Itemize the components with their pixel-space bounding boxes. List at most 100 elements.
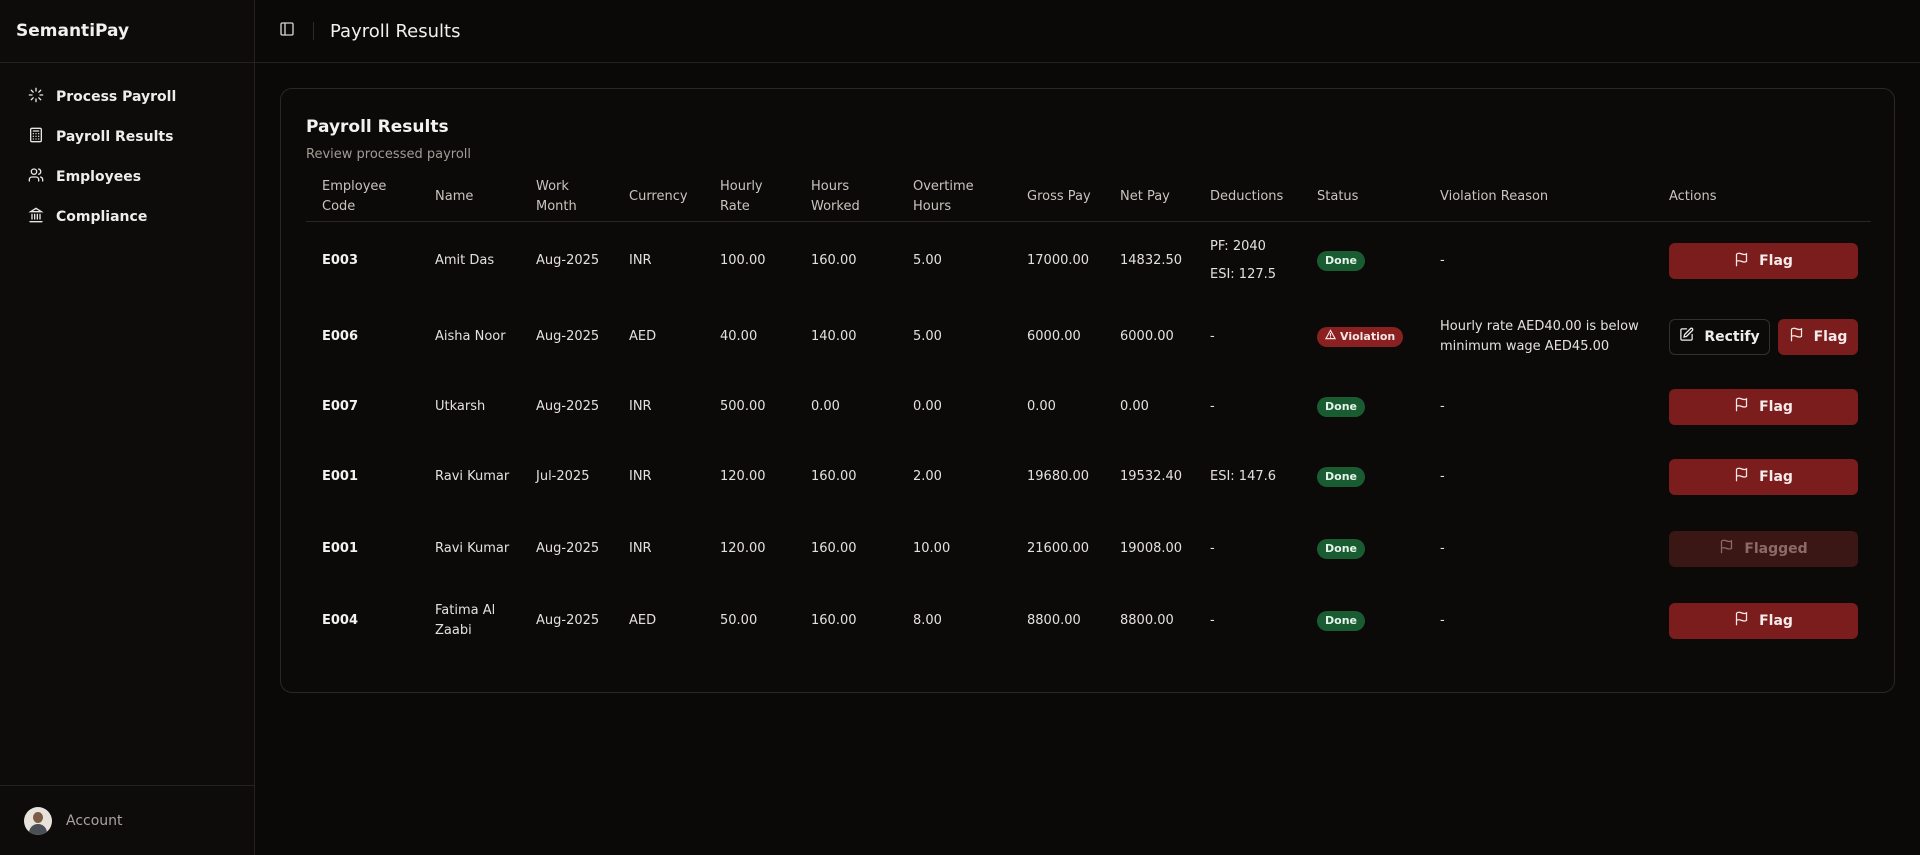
cell-name: Amit Das [435, 253, 495, 269]
payroll-table: Employee Code Name Work Month Currency H… [306, 173, 1871, 657]
flag-button-label: Flag [1813, 328, 1848, 345]
header-overtime-hours: Overtime Hours [897, 173, 1011, 222]
cell-gross: 0.00 [1027, 398, 1056, 414]
status-badge-label: Violation [1340, 329, 1396, 343]
sidebar-item-process-payroll[interactable]: Process Payroll [10, 79, 244, 115]
flag-button[interactable]: Flag [1669, 388, 1858, 425]
cell-overtime: 10.00 [913, 540, 951, 556]
flag-button[interactable]: Flag [1669, 458, 1858, 495]
cell-status: Done [1301, 373, 1424, 441]
table-row: E003 Amit Das Aug-2025 INR 100.00 160.00… [306, 222, 1871, 301]
account-button[interactable]: Account [0, 785, 254, 855]
cell-deductions: ESI: 147.6 [1210, 468, 1277, 484]
header-employee-code: Employee Code [306, 173, 419, 222]
cell-net: 14832.50 [1120, 253, 1183, 269]
sidebar-item-compliance[interactable]: Compliance [10, 199, 244, 235]
cell-deductions: - [1210, 540, 1215, 556]
deduction-line: PF: 2040 [1210, 239, 1266, 255]
status-badge: Done [1317, 466, 1365, 487]
cell-status: Violation [1301, 301, 1424, 373]
flag-icon [1734, 252, 1749, 271]
cell-deductions: - [1210, 612, 1215, 628]
cell-reason: - [1440, 468, 1445, 484]
flag-icon [1734, 397, 1749, 416]
table-header-row: Employee Code Name Work Month Currency H… [306, 173, 1871, 222]
cell-gross: 6000.00 [1027, 328, 1081, 344]
cell-name: Utkarsh [435, 398, 486, 414]
cell-month: Aug-2025 [536, 253, 600, 269]
rectify-button[interactable]: Rectify [1669, 318, 1770, 355]
cell-code: E004 [322, 612, 359, 628]
warning-icon [1324, 328, 1337, 345]
cell-actions: Rectify Flag [1653, 301, 1871, 373]
cell-net: 19532.40 [1120, 468, 1183, 484]
sidebar-item-payroll-results[interactable]: Payroll Results [10, 119, 244, 155]
cell-overtime: 8.00 [913, 612, 942, 628]
cell-status: Done [1301, 585, 1424, 657]
cell-currency: INR [629, 398, 652, 414]
flagged-button-label: Flagged [1744, 540, 1808, 557]
cell-reason: - [1440, 540, 1445, 556]
cell-month: Jul-2025 [536, 468, 590, 484]
cell-reason: - [1440, 612, 1445, 628]
cell-rate: 500.00 [720, 398, 766, 414]
flag-icon [1719, 539, 1734, 558]
calculator-icon [28, 127, 44, 147]
header-currency: Currency [613, 173, 704, 222]
header-violation-reason: Violation Reason [1424, 173, 1653, 222]
cell-gross: 8800.00 [1027, 612, 1081, 628]
cell-overtime: 2.00 [913, 468, 942, 484]
status-badge: Done [1317, 396, 1365, 417]
flag-button[interactable]: Flag [1778, 318, 1858, 355]
cell-status: Done [1301, 513, 1424, 585]
cell-actions: Flag [1653, 373, 1871, 441]
cell-actions: Flag [1653, 585, 1871, 657]
panel-left-icon [279, 21, 295, 41]
sidebar-toggle-button[interactable] [273, 17, 301, 45]
deduction-line: ESI: 127.5 [1210, 267, 1277, 283]
cell-reason: Hourly rate AED40.00 is below minimum wa… [1440, 318, 1639, 354]
avatar [24, 806, 52, 835]
cell-code: E001 [322, 468, 359, 484]
header-name: Name [419, 173, 520, 222]
cell-code: E003 [322, 253, 359, 269]
flag-button[interactable]: Flag [1669, 602, 1858, 639]
header-work-month: Work Month [520, 173, 613, 222]
flag-button-label: Flag [1759, 398, 1793, 415]
cell-month: Aug-2025 [536, 328, 600, 344]
header-net-pay: Net Pay [1104, 173, 1194, 222]
cell-actions: Flag [1653, 222, 1871, 301]
cell-reason: - [1440, 398, 1445, 414]
table-row: E001 Ravi Kumar Aug-2025 INR 120.00 160.… [306, 513, 1871, 585]
topbar: Payroll Results [255, 0, 1920, 63]
flagged-button[interactable]: Flagged [1669, 530, 1858, 567]
header-actions: Actions [1653, 173, 1871, 222]
cell-gross: 19680.00 [1027, 468, 1090, 484]
cell-hours: 0.00 [811, 398, 840, 414]
content: Payroll Results Review processed payroll… [255, 63, 1920, 693]
header-hours-worked: Hours Worked [795, 173, 897, 222]
cell-code: E007 [322, 398, 359, 414]
sidebar-item-employees[interactable]: Employees [10, 159, 244, 195]
sidebar-item-label: Employees [56, 169, 142, 185]
cell-gross: 21600.00 [1027, 540, 1090, 556]
cell-overtime: 0.00 [913, 398, 942, 414]
flag-button[interactable]: Flag [1669, 243, 1858, 280]
cell-hours: 160.00 [811, 468, 857, 484]
flag-icon [1734, 467, 1749, 486]
sidebar-item-label: Compliance [56, 209, 148, 225]
cell-hours: 160.00 [811, 253, 857, 269]
cell-rate: 40.00 [720, 328, 758, 344]
cell-deductions: - [1210, 328, 1215, 344]
cell-net: 6000.00 [1120, 328, 1174, 344]
cell-month: Aug-2025 [536, 398, 600, 414]
account-label: Account [66, 812, 123, 829]
header-deductions: Deductions [1194, 173, 1301, 222]
cell-rate: 120.00 [720, 540, 766, 556]
cell-actions: Flagged [1653, 513, 1871, 585]
flag-button-label: Flag [1759, 253, 1793, 270]
cell-name: Aisha Noor [435, 328, 506, 344]
cell-gross: 17000.00 [1027, 253, 1090, 269]
status-badge: Done [1317, 251, 1365, 272]
cell-code: E001 [322, 540, 359, 556]
